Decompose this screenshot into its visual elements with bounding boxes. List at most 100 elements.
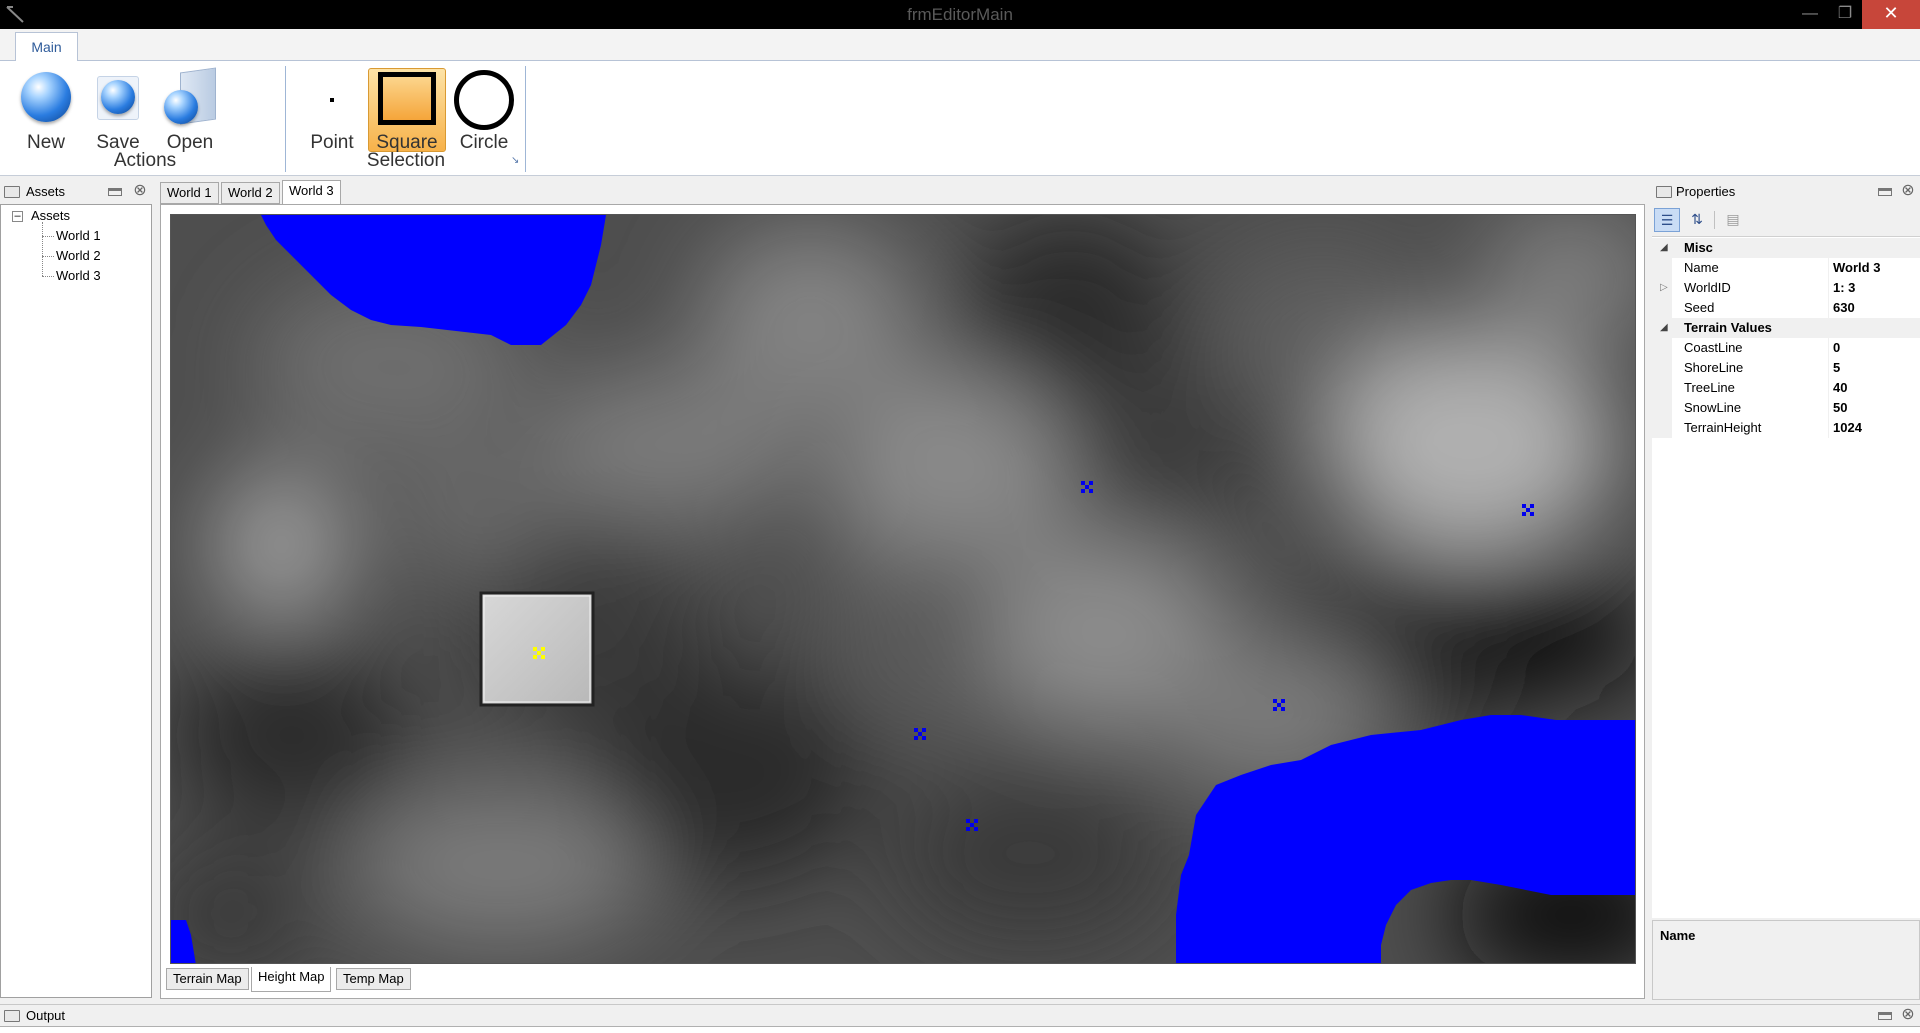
globe-icon — [164, 90, 198, 124]
row-gutter — [1652, 378, 1672, 398]
globe-icon — [21, 72, 71, 122]
output-content — [0, 1026, 1920, 1033]
window-title: frmEditorMain — [907, 5, 1013, 24]
save-button[interactable]: Save — [90, 68, 146, 154]
folder-icon — [1656, 186, 1672, 198]
row-gutter — [1652, 398, 1672, 418]
ribbon-separator — [285, 66, 286, 172]
property-row-treeline[interactable]: TreeLine 40 — [1652, 378, 1920, 398]
output-panel-header: Output ⊗ — [0, 1004, 1920, 1026]
property-name: TreeLine — [1684, 380, 1735, 395]
ribbon-panel — [0, 61, 1920, 176]
point-button[interactable]: Point — [302, 68, 362, 154]
close-icon[interactable]: ⊗ — [1900, 183, 1916, 200]
property-value[interactable]: 0 — [1828, 338, 1920, 358]
circle-icon[interactable] — [454, 70, 514, 130]
sort-alphabetical-icon[interactable]: ⇅ — [1684, 208, 1710, 232]
property-value[interactable]: 50 — [1828, 398, 1920, 418]
property-value[interactable]: 5 — [1828, 358, 1920, 378]
property-name: Seed — [1684, 300, 1715, 315]
ribbon-tab-strip — [0, 29, 1920, 61]
tab-world-1[interactable]: World 1 — [160, 182, 219, 204]
row-gutter — [1652, 298, 1672, 318]
property-name: WorldID — [1684, 280, 1731, 295]
tab-world-3[interactable]: World 3 — [282, 180, 341, 205]
expand-arrow-icon[interactable]: ▷ — [1660, 278, 1668, 298]
tree-line — [42, 256, 54, 257]
property-value[interactable]: World 3 — [1828, 258, 1920, 278]
tab-temp-map[interactable]: Temp Map — [336, 968, 411, 990]
property-name: TerrainHeight — [1684, 420, 1762, 435]
globe-icon — [101, 80, 135, 114]
close-button[interactable]: ✕ — [1862, 0, 1920, 29]
categorized-icon[interactable]: ☰ — [1654, 208, 1680, 232]
assets-panel-title: Assets — [26, 184, 66, 199]
collapse-icon[interactable]: – — [12, 211, 23, 222]
property-pages-icon[interactable]: ▤ — [1720, 208, 1746, 232]
properties-panel-header: Properties ⊗ — [1652, 181, 1920, 203]
category-label: Terrain Values — [1684, 320, 1772, 335]
collapse-arrow-icon[interactable]: ◢ — [1660, 238, 1668, 258]
tree-item-world-2[interactable]: World 2 — [56, 247, 101, 264]
ribbon-separator — [525, 66, 526, 172]
row-gutter — [1652, 338, 1672, 358]
property-row-shoreline[interactable]: ShoreLine 5 — [1652, 358, 1920, 378]
property-value[interactable]: 1024 — [1828, 418, 1920, 438]
tree-line — [42, 222, 43, 276]
minimize-button[interactable]: — — [1790, 0, 1830, 29]
property-value[interactable]: 40 — [1828, 378, 1920, 398]
folder-icon — [4, 186, 20, 198]
actions-group-label: Actions — [113, 150, 177, 171]
pin-icon[interactable] — [108, 188, 122, 196]
row-gutter — [1652, 418, 1672, 438]
properties-panel-title: Properties — [1676, 184, 1736, 199]
property-value[interactable]: 1: 3 — [1828, 278, 1920, 298]
property-row-coastline[interactable]: CoastLine 0 — [1652, 338, 1920, 358]
pin-icon[interactable] — [1878, 188, 1892, 196]
new-button[interactable]: New — [14, 68, 78, 154]
property-name: CoastLine — [1684, 340, 1743, 355]
property-row-snowline[interactable]: SnowLine 50 — [1652, 398, 1920, 418]
maximize-button[interactable]: ❐ — [1825, 0, 1865, 29]
tree-line — [42, 236, 54, 237]
property-row-worldid[interactable]: ▷ WorldID 1: 3 — [1652, 278, 1920, 298]
property-row-name[interactable]: Name World 3 — [1652, 258, 1920, 278]
open-button[interactable]: Open — [158, 67, 222, 154]
tree-item-world-3[interactable]: World 3 — [56, 267, 101, 284]
property-name: SnowLine — [1684, 400, 1742, 415]
assets-panel-header: Assets ⊗ — [0, 181, 152, 203]
square-icon — [378, 72, 436, 125]
tree-line — [42, 276, 54, 277]
category-label: Misc — [1684, 240, 1713, 255]
pin-icon[interactable] — [1878, 1012, 1892, 1020]
category-terrain-values[interactable]: ◢ Terrain Values — [1652, 318, 1920, 338]
tab-terrain-map[interactable]: Terrain Map — [166, 968, 249, 990]
tree-item-world-1[interactable]: World 1 — [56, 227, 101, 244]
ribbon-tab-main[interactable]: Main — [15, 32, 78, 62]
property-row-terrainheight[interactable]: TerrainHeight 1024 — [1652, 418, 1920, 438]
properties-toolbar: ☰ ⇅ ▤ — [1652, 205, 1920, 235]
output-panel-title: Output — [26, 1008, 66, 1023]
close-icon[interactable]: ⊗ — [132, 183, 148, 200]
assets-tree — [0, 204, 152, 998]
height-map-canvas[interactable] — [170, 214, 1636, 964]
tree-root-assets[interactable]: Assets — [31, 207, 70, 224]
tab-world-2[interactable]: World 2 — [221, 182, 280, 204]
category-misc[interactable]: ◢ Misc — [1652, 238, 1920, 258]
property-description-title: Name — [1660, 928, 1696, 943]
tab-height-map[interactable]: Height Map — [251, 967, 332, 992]
property-name: Name — [1684, 260, 1719, 275]
selection-group-label: Selection — [366, 150, 446, 171]
property-value[interactable]: 630 — [1828, 298, 1920, 318]
row-gutter — [1652, 358, 1672, 378]
property-name: ShoreLine — [1684, 360, 1744, 375]
close-icon[interactable]: ⊗ — [1900, 1007, 1916, 1024]
app-icon — [4, 4, 26, 24]
collapse-arrow-icon[interactable]: ◢ — [1660, 318, 1668, 338]
row-gutter — [1652, 258, 1672, 278]
point-icon — [330, 98, 334, 102]
property-row-seed[interactable]: Seed 630 — [1652, 298, 1920, 318]
dialog-launcher-icon[interactable]: ↘ — [511, 156, 523, 168]
height-map — [171, 215, 1635, 963]
toolbar-separator — [1714, 211, 1715, 229]
